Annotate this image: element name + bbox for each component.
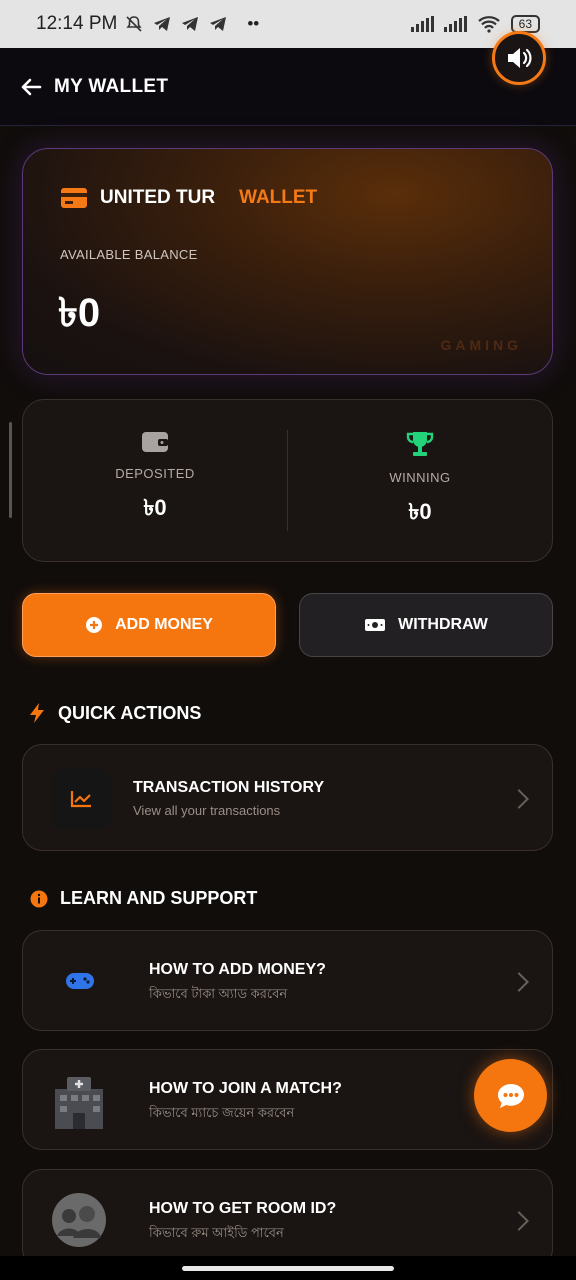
back-arrow-icon[interactable] [18, 74, 44, 100]
chat-support-button[interactable] [474, 1059, 547, 1132]
mute-bell-icon [126, 16, 142, 32]
wallet-balance-card: UNITED TUR WALLET AVAILABLE BALANCE ৳0 G… [22, 148, 553, 375]
card-watermark: GAMING [440, 337, 522, 353]
telegram-icon [210, 17, 227, 31]
wallet-icon [142, 432, 168, 452]
group-avatar-icon [52, 1193, 106, 1247]
status-bar: 12:14 PM •• 63 [0, 0, 576, 48]
speaker-icon [508, 48, 532, 68]
withdraw-button[interactable]: WITHDRAW [299, 593, 553, 657]
wallet-brand-accent: WALLET [239, 187, 318, 208]
signal-icon [443, 16, 467, 32]
list-item-subtitle: View all your transactions [133, 803, 281, 818]
quick-actions-title: QUICK ACTIONS [58, 702, 202, 723]
signal-icon [410, 16, 434, 32]
balance-value: ৳0 [58, 291, 101, 335]
chevron-right-icon [509, 972, 529, 992]
list-item-title: HOW TO GET ROOM ID? [149, 1200, 337, 1217]
scrollbar[interactable] [9, 422, 12, 518]
transaction-history-item[interactable]: TRANSACTION HISTORY View all your transa… [22, 744, 553, 851]
winning-stat: WINNING ৳0 [288, 400, 552, 561]
home-gesture-handle[interactable] [182, 1266, 394, 1271]
info-icon [30, 890, 48, 907]
wallet-brand-name: UNITED TUR [100, 187, 216, 208]
winning-label: WINNING [389, 470, 451, 485]
list-item-title: TRANSACTION HISTORY [133, 779, 325, 796]
chat-bubble-icon [497, 1083, 524, 1108]
deposited-stat: DEPOSITED ৳0 [23, 400, 287, 561]
balance-label: AVAILABLE BALANCE [60, 247, 198, 262]
wallet-stats-card: DEPOSITED ৳0 WINNING ৳0 [22, 399, 553, 562]
sound-toggle-button[interactable] [492, 31, 546, 85]
app-header: MY WALLET [0, 48, 576, 126]
deposited-label: DEPOSITED [115, 466, 195, 481]
telegram-icon [154, 17, 171, 31]
list-item-title: HOW TO ADD MONEY? [149, 961, 326, 978]
list-item-subtitle: কিভাবে রুম আইডি পাবেন [149, 1225, 284, 1240]
add-money-button[interactable]: ADD MONEY [22, 593, 276, 657]
wifi-icon [477, 16, 500, 33]
status-time: 12:14 PM [36, 13, 118, 34]
learn-support-heading: LEARN AND SUPPORT [30, 888, 257, 909]
credit-card-icon [61, 188, 87, 208]
list-item-subtitle: কিভাবে ম্যাচে জয়েন করবেন [149, 1105, 295, 1120]
chevron-right-icon [509, 789, 529, 809]
list-item-subtitle: কিভাবে টাকা অ্যাড করবেন [149, 986, 288, 1001]
wallet-brand: UNITED TUR WALLET [60, 187, 317, 209]
how-to-get-room-id-item[interactable]: HOW TO GET ROOM ID? কিভাবে রুম আইডি পাবে… [22, 1169, 553, 1269]
withdraw-label: WITHDRAW [398, 616, 488, 633]
list-item-title: HOW TO JOIN A MATCH? [149, 1080, 342, 1097]
hospital-building-icon [55, 1077, 103, 1129]
how-to-add-money-item[interactable]: HOW TO ADD MONEY? কিভাবে টাকা অ্যাড করবে… [22, 930, 553, 1031]
more-dots-icon: •• [247, 14, 260, 33]
learn-support-title: LEARN AND SUPPORT [60, 888, 258, 908]
status-left-icons: •• [125, 14, 259, 34]
trophy-icon [406, 432, 434, 456]
deposited-value: ৳0 [143, 495, 167, 520]
chevron-right-icon [509, 1211, 529, 1231]
gamepad-icon [66, 973, 94, 989]
cash-icon [365, 619, 386, 631]
lightning-icon [30, 703, 44, 723]
winning-value: ৳0 [408, 499, 432, 524]
plus-circle-icon [86, 617, 103, 633]
add-money-label: ADD MONEY [115, 616, 213, 633]
chart-line-icon [51, 769, 111, 829]
quick-actions-heading: QUICK ACTIONS [28, 702, 201, 724]
page-title: MY WALLET [54, 76, 169, 97]
telegram-icon [182, 17, 199, 31]
